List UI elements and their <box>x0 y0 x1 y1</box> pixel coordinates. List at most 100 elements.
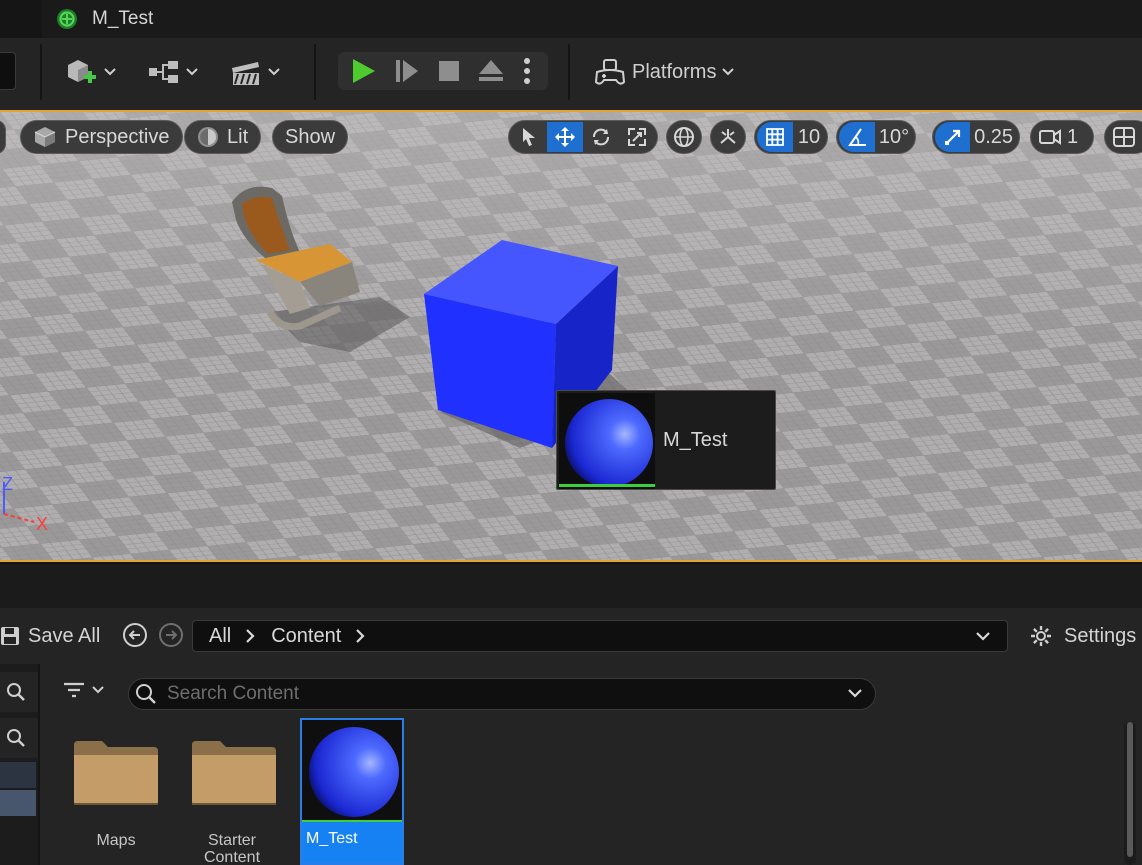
tab-title: M_Test <box>92 8 154 29</box>
unreal-logo-icon <box>57 9 77 29</box>
viewport-layout-button[interactable] <box>1104 120 1142 154</box>
angle-icon <box>848 128 866 146</box>
translate-mode-button[interactable] <box>547 122 583 152</box>
content-browser-toolbar: Save All All Content Settings <box>0 608 1142 664</box>
asset-view-scrollbar[interactable] <box>1124 722 1136 865</box>
cinematics-button[interactable] <box>230 54 280 90</box>
panel-splitter[interactable] <box>0 564 1142 608</box>
toolbar-separator <box>314 44 316 100</box>
chevron-down-icon <box>186 68 198 76</box>
search-icon <box>136 684 156 704</box>
add-actor-button[interactable] <box>64 54 116 90</box>
scale-snap-toggle[interactable] <box>935 122 971 152</box>
chevron-down-icon <box>104 68 116 76</box>
level-viewport[interactable]: Perspective Lit Show 10 10° 0.25 1 M_Tes… <box>0 110 1142 562</box>
material-sphere-icon <box>565 399 653 487</box>
perspective-button[interactable]: Perspective <box>20 120 183 154</box>
drag-asset-tooltip: M_Test <box>556 390 776 490</box>
filter-button[interactable] <box>62 680 104 700</box>
advance-frame-button[interactable] <box>392 56 422 86</box>
chevron-down-icon <box>722 68 735 76</box>
eject-icon <box>479 60 503 81</box>
layout-icon <box>1113 127 1135 147</box>
eject-button[interactable] <box>476 56 506 86</box>
collections-search-button[interactable] <box>0 718 38 758</box>
scrollbar-thumb[interactable] <box>1127 722 1133 857</box>
lit-button[interactable]: Lit <box>184 120 262 154</box>
rotation-snap-group: 10° <box>836 120 916 154</box>
settings-button[interactable]: Settings <box>1030 622 1136 650</box>
toolbar-separator <box>568 44 570 100</box>
grid-snap-group: 10 <box>754 120 828 154</box>
sources-tree-item[interactable] <box>0 762 36 788</box>
chevron-down-icon[interactable] <box>847 688 863 698</box>
search-icon <box>7 729 25 747</box>
blueprints-button[interactable] <box>148 54 198 90</box>
level-tab[interactable]: M_Test <box>42 0 1142 38</box>
play-icon <box>353 59 375 83</box>
folder-icon <box>74 741 158 805</box>
play-button[interactable] <box>348 56 378 86</box>
material-sphere-icon <box>309 727 399 817</box>
show-button[interactable]: Show <box>272 120 349 154</box>
platforms-button[interactable]: Platforms <box>594 54 740 90</box>
back-arrow-icon[interactable] <box>122 622 148 648</box>
axis-x-label: X <box>36 514 49 534</box>
chevron-right-icon[interactable] <box>245 629 255 643</box>
settings-label: Settings <box>1064 624 1137 647</box>
advance-frame-icon <box>396 60 418 82</box>
scale-snap-group: 0.25 <box>932 120 1020 154</box>
breadcrumb[interactable]: All Content <box>192 620 1008 652</box>
search-content-box[interactable] <box>128 678 876 710</box>
asset-name: M_Test <box>302 822 402 863</box>
world-local-toggle[interactable] <box>666 120 702 154</box>
sources-tree-item-selected[interactable] <box>0 790 36 816</box>
blueprint-icon <box>149 61 178 83</box>
cube-icon <box>34 127 56 147</box>
forward-arrow-icon[interactable] <box>158 622 184 648</box>
gear-icon <box>1031 626 1051 646</box>
asset-tile-m-test[interactable]: M_Test <box>300 718 404 865</box>
move-icon <box>555 127 575 147</box>
show-label: Show <box>285 125 336 148</box>
lit-label: Lit <box>227 125 249 148</box>
content-browser-body: Maps Starter Content M_Test <box>0 664 1142 865</box>
sources-search-button[interactable] <box>0 672 38 712</box>
surface-snap-button[interactable] <box>710 120 746 154</box>
scale-snap-value[interactable]: 0.25 <box>970 122 1017 152</box>
breadcrumb-all[interactable]: All <box>209 625 231 648</box>
rotation-snap-toggle[interactable] <box>839 122 875 152</box>
save-all-button[interactable]: Save All <box>0 622 100 650</box>
select-mode-button[interactable] <box>511 122 547 152</box>
globe-icon <box>674 127 694 147</box>
search-input[interactable] <box>167 683 827 705</box>
play-options-button[interactable] <box>516 56 538 86</box>
rotate-mode-button[interactable] <box>583 122 619 152</box>
rotation-snap-value[interactable]: 10° <box>875 122 913 152</box>
chevron-right-icon[interactable] <box>355 629 365 643</box>
asset-tile-maps[interactable]: Maps <box>64 720 168 865</box>
chevron-down-icon[interactable] <box>975 631 991 641</box>
camera-speed-button[interactable]: 1 <box>1030 120 1094 154</box>
main-toolbar: Platforms <box>0 38 1142 110</box>
tooltip-label: M_Test <box>663 429 728 451</box>
scale-mode-button[interactable] <box>619 122 655 152</box>
folder-icon <box>192 741 276 805</box>
rotate-icon <box>593 128 609 146</box>
toolbar-left-field[interactable] <box>0 52 16 90</box>
viewport-scene[interactable] <box>0 112 1142 562</box>
stop-button[interactable] <box>434 56 464 86</box>
gamepad-icon <box>594 59 626 85</box>
material-type-bar <box>559 484 655 487</box>
chevron-down-icon <box>268 68 280 76</box>
cinematics-icon <box>232 62 259 85</box>
stop-icon <box>439 61 459 81</box>
tooltip-thumbnail <box>559 393 655 489</box>
camera-icon <box>1039 129 1061 145</box>
scale-icon <box>628 128 646 146</box>
asset-tile-starter-content[interactable]: Starter Content <box>182 720 286 865</box>
breadcrumb-content[interactable]: Content <box>271 625 341 648</box>
grid-snap-toggle[interactable] <box>757 122 793 152</box>
grid-snap-value[interactable]: 10 <box>793 122 825 152</box>
grid-icon <box>766 128 784 146</box>
